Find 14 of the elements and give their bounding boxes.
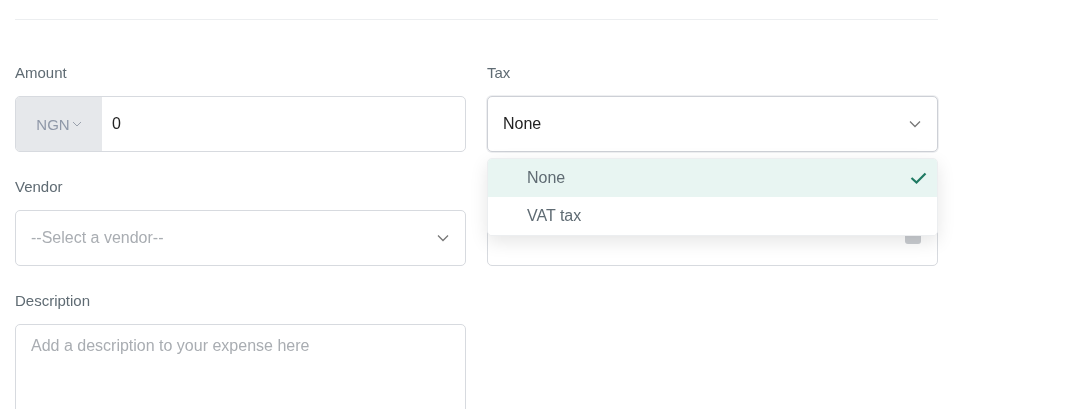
chevron-icon: [909, 120, 921, 128]
field-label: Amount: [15, 63, 68, 83]
tax-select[interactable]: None: [487, 96, 938, 152]
amount-field[interactable]: NGN 0: [15, 96, 466, 152]
field-label: Description: [15, 291, 92, 311]
dropdown-option[interactable]: VAT tax: [488, 197, 937, 235]
check-icon: [910, 172, 927, 184]
field-label: Vendor: [15, 177, 64, 197]
chevron-icon: [71, 121, 82, 127]
chevron-icon: [437, 234, 449, 242]
field-label: Tax: [487, 63, 512, 83]
dropdown-option[interactable]: None: [488, 159, 937, 197]
description-field[interactable]: Add a description to your expense here: [15, 324, 466, 409]
amount-input[interactable]: 0: [102, 97, 465, 151]
